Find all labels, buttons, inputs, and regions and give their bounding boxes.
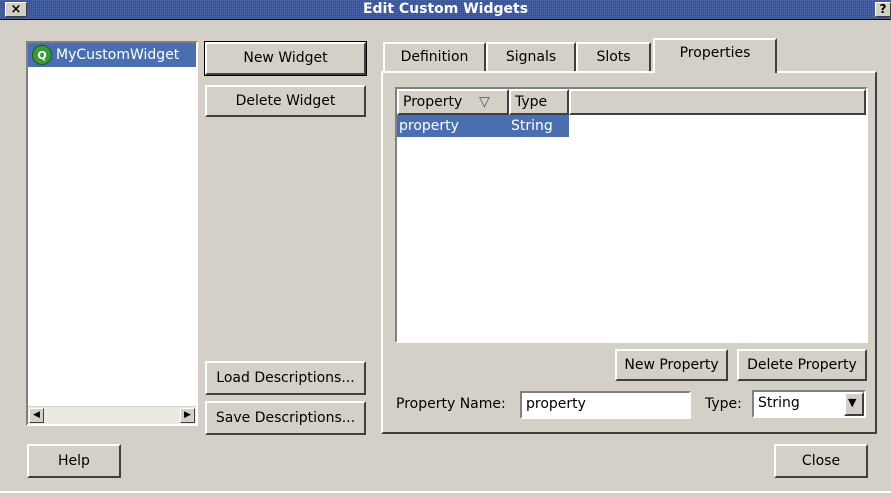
help-label: Help <box>58 453 90 469</box>
new-property-label: New Property <box>624 357 719 373</box>
dialog-bottom-edge <box>0 491 891 493</box>
new-widget-label: New Widget <box>243 50 328 66</box>
type-cell: String <box>511 118 553 134</box>
column-header-property[interactable]: Property ▽ <box>397 89 509 115</box>
close-button[interactable]: Close <box>774 444 868 478</box>
type-combobox-value: String <box>758 395 800 411</box>
window-close-button[interactable]: × <box>5 2 27 17</box>
whats-this-button[interactable]: ? <box>875 2 891 17</box>
property-cell: property <box>399 118 459 134</box>
horizontal-scrollbar[interactable]: ◀ ▶ <box>28 406 196 424</box>
list-item[interactable]: Q MyCustomWidget <box>28 43 196 67</box>
table-row[interactable]: property String <box>397 115 569 137</box>
scroll-right-arrow[interactable]: ▶ <box>180 408 195 423</box>
tab-label: Slots <box>596 49 631 65</box>
chevron-down-icon: ▼ <box>848 396 857 409</box>
property-list[interactable]: Property ▽ Type property String <box>395 87 868 343</box>
column-header-filler <box>569 89 866 115</box>
new-property-button[interactable]: New Property <box>615 349 728 381</box>
qt-logo-icon: Q <box>32 45 52 65</box>
help-button[interactable]: Help <box>27 444 121 478</box>
load-descriptions-button[interactable]: Load Descriptions... <box>205 361 366 395</box>
property-name-field[interactable]: property <box>520 391 691 419</box>
window-title: Edit Custom Widgets <box>362 1 529 17</box>
tab-label: Definition <box>400 49 469 65</box>
load-descriptions-label: Load Descriptions... <box>216 370 355 386</box>
delete-widget-button[interactable]: Delete Widget <box>205 85 366 117</box>
scroll-left-arrow[interactable]: ◀ <box>29 408 44 423</box>
column-header-label: Property <box>403 94 463 110</box>
list-item-label: MyCustomWidget <box>56 47 180 63</box>
save-descriptions-button[interactable]: Save Descriptions... <box>205 401 366 435</box>
property-name-value: property <box>526 396 586 412</box>
delete-property-label: Delete Property <box>747 357 857 373</box>
tab-properties[interactable]: Properties <box>653 38 777 73</box>
new-widget-button[interactable]: New Widget <box>204 41 367 76</box>
column-header-label: Type <box>515 94 548 110</box>
widget-list[interactable]: Q MyCustomWidget <box>26 41 198 426</box>
type-combobox[interactable]: String ▼ <box>752 390 866 418</box>
type-label: Type: <box>705 396 742 412</box>
close-label: Close <box>801 453 841 469</box>
delete-property-button[interactable]: Delete Property <box>737 349 867 381</box>
delete-widget-label: Delete Widget <box>235 93 336 109</box>
tab-label: Signals <box>505 49 557 65</box>
combo-dropdown-arrow-icon[interactable]: ▼ <box>844 392 864 416</box>
tab-slots[interactable]: Slots <box>576 42 651 72</box>
sort-descending-icon: ▽ <box>479 94 490 110</box>
column-header-type[interactable]: Type <box>509 89 569 115</box>
tab-label: Properties <box>679 45 751 61</box>
tab-signals[interactable]: Signals <box>486 42 576 72</box>
tab-definition[interactable]: Definition <box>383 42 486 72</box>
save-descriptions-label: Save Descriptions... <box>215 410 356 426</box>
property-name-label: Property Name: <box>396 396 506 412</box>
